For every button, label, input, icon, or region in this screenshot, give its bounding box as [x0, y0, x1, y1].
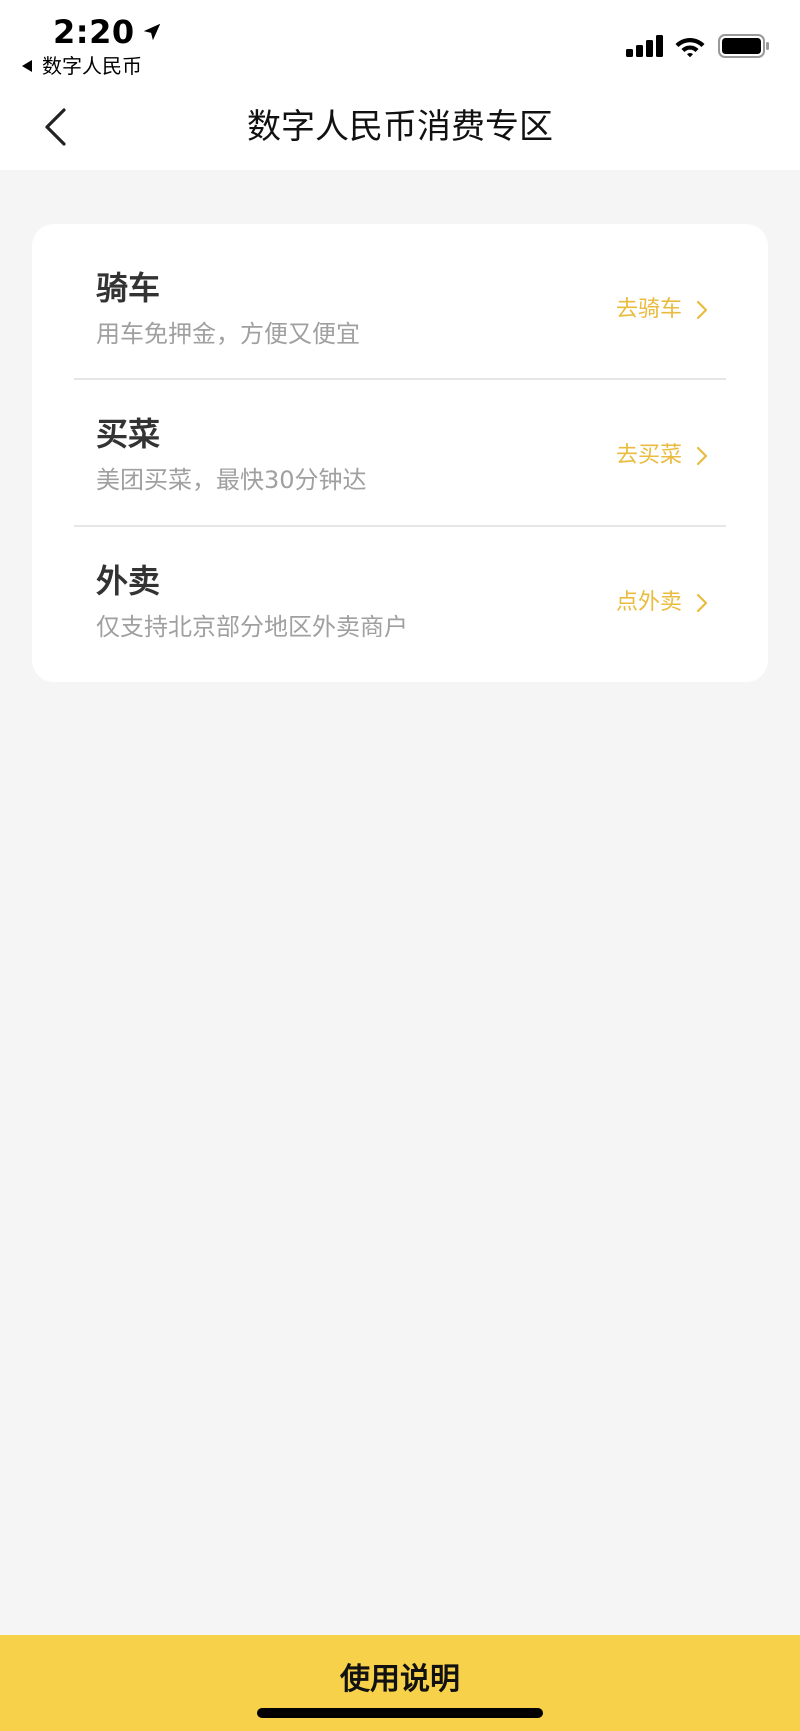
back-triangle-icon: [22, 60, 32, 72]
cellular-signal-icon: [626, 35, 663, 57]
list-item-subtitle: 仅支持北京部分地区外卖商户: [96, 613, 408, 641]
page-title: 数字人民币消费专区: [247, 107, 553, 147]
back-to-app-link[interactable]: 数字人民币: [20, 54, 142, 78]
back-to-app-label: 数字人民币: [42, 54, 142, 78]
chevron-right-icon: [696, 300, 708, 320]
location-arrow-icon: [143, 23, 160, 41]
takeout-action-link[interactable]: 点外卖: [616, 589, 708, 617]
list-item-cycling[interactable]: 骑车 用车免押金，方便又便宜 去骑车: [32, 224, 768, 370]
list-item-takeout[interactable]: 外卖 仅支持北京部分地区外卖商户 点外卖: [32, 517, 768, 663]
consumption-card: 骑车 用车免押金，方便又便宜 去骑车 买菜 美团买菜，最快30分钟达 去买菜 外…: [32, 224, 768, 682]
list-item-title: 买菜: [96, 415, 161, 453]
action-label: 去骑车: [615, 297, 682, 322]
status-indicators: [626, 34, 770, 58]
status-bar: 2:20 数字人民币: [0, 0, 800, 84]
list-item-subtitle: 美团买菜，最快30分钟达: [96, 466, 367, 494]
chevron-right-icon: [696, 446, 708, 466]
cycling-action-link[interactable]: 去骑车: [616, 296, 708, 324]
home-indicator[interactable]: [257, 1708, 543, 1718]
list-item-subtitle: 用车免押金，方便又便宜: [96, 320, 360, 348]
status-time: 2:20: [53, 13, 135, 51]
battery-icon: [718, 34, 769, 58]
wifi-icon: [675, 38, 705, 58]
action-label: 去买菜: [615, 443, 682, 468]
groceries-action-link[interactable]: 去买菜: [616, 442, 708, 470]
status-time-group: 2:20: [53, 14, 163, 50]
list-item-title: 骑车: [96, 269, 161, 307]
navigation-bar: 数字人民币消费专区: [0, 84, 800, 170]
instructions-label: 使用说明: [340, 1662, 460, 1697]
list-item-groceries[interactable]: 买菜 美团买菜，最快30分钟达 去买菜: [32, 370, 768, 516]
chevron-right-icon: [696, 593, 708, 613]
list-item-title: 外卖: [96, 562, 161, 600]
action-label: 点外卖: [615, 590, 682, 615]
